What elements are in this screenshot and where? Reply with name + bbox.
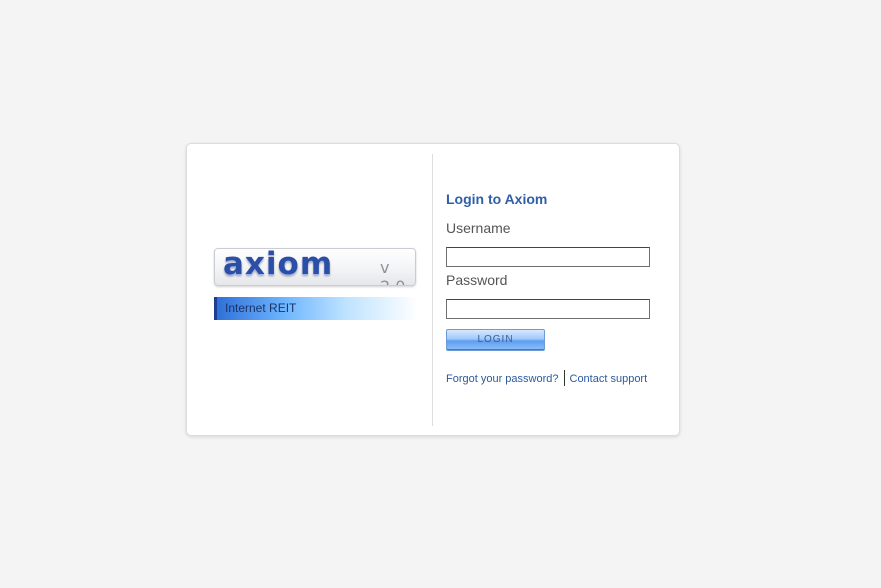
tagline-bar: Internet REIT	[214, 297, 418, 320]
tagline-text: Internet REIT	[225, 301, 297, 315]
logo-version-text: v 2.0	[380, 258, 405, 285]
forgot-password-link[interactable]: Forgot your password?	[446, 373, 559, 385]
username-label: Username	[446, 220, 511, 236]
login-button[interactable]: LOGIN	[446, 329, 545, 351]
logo-badge: axiom v 2.0	[214, 248, 416, 286]
link-separator	[563, 370, 565, 386]
password-input[interactable]	[446, 299, 650, 319]
help-links: Forgot your password? Contact support	[446, 370, 648, 387]
contact-support-link[interactable]: Contact support	[570, 373, 648, 385]
username-input[interactable]	[446, 247, 650, 267]
login-card: axiom v 2.0 Internet REIT Login to Axiom…	[186, 143, 680, 436]
vertical-divider	[432, 154, 433, 426]
axiom-logo: axiom v 2.0 Internet REIT	[214, 248, 418, 320]
password-label: Password	[446, 272, 508, 288]
logo-brand-text: axiom	[223, 248, 334, 282]
form-title: Login to Axiom	[446, 191, 548, 207]
